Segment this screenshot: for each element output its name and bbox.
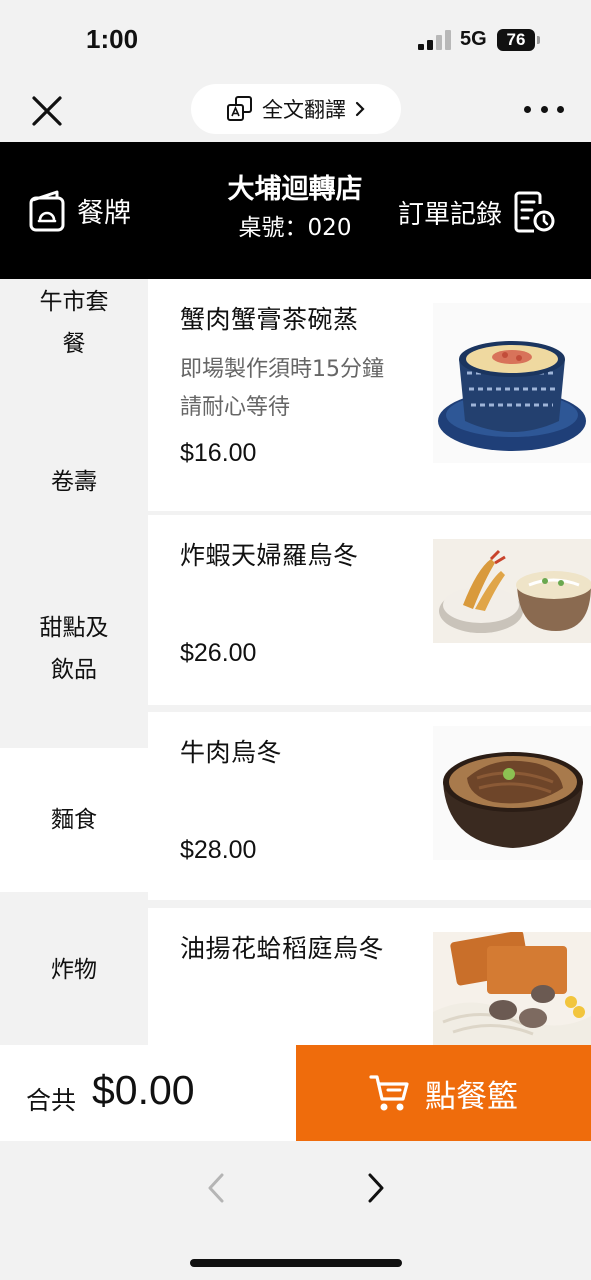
back-button[interactable] [202,1171,232,1205]
chawanmushi-photo [438,341,586,451]
menu-page: 1:00 5G 76 全文翻譯 餐牌 大埔迴轉店 桌號：020 訂單記錄 午市套… [0,0,591,1280]
status-time: 1:00 [86,24,139,54]
clam-udon-photo [433,932,591,1045]
category-label: 卷壽 [51,469,97,495]
category-label: 甜點及 [39,615,109,641]
cart-button[interactable]: 點餐籃 [296,1045,591,1141]
category-label: 餐 [62,331,86,357]
restaurant-header: 餐牌 大埔迴轉店 桌號：020 訂單記錄 [0,142,591,279]
category-label: 炸物 [51,957,97,983]
order-history-icon [514,191,555,233]
category-lunch-set[interactable]: 午市套 餐 [0,279,148,383]
close-button[interactable] [28,92,66,130]
item-price: $16.00 [180,439,257,467]
total-label: 合共 [26,1086,77,1115]
dot [540,105,548,113]
item-name: 炸蝦天婦羅烏冬 [180,541,359,570]
home-indicator [190,1259,402,1267]
close-icon [32,96,62,126]
menu-item-card[interactable]: 蟹肉蟹膏茶碗蒸 即場製作須時15分鐘 請耐心等待 $16.00 [148,279,591,511]
chevron-left-icon [208,1173,224,1203]
beef-udon-photo [443,752,583,848]
item-name: 蟹肉蟹膏茶碗蒸 [180,305,359,334]
tempura-udon-photo [439,549,591,633]
total-amount: $0.00 [92,1067,195,1113]
store-info: 大埔迴轉店 桌號：020 [180,172,410,246]
menu-book-icon [29,190,65,232]
menu-item-card[interactable]: 炸蝦天婦羅烏冬 $26.00 [148,515,591,705]
translate-label: 全文翻譯 [262,98,346,122]
category-sidebar: 午市套 餐 卷壽 甜點及 飲品 麵食 炸物 [0,279,148,1045]
forward-button[interactable] [360,1171,390,1205]
battery-tip [537,36,540,44]
category-rolls[interactable]: 卷壽 [0,441,148,523]
item-name: 油揚花蛤稻庭烏冬 [180,934,385,963]
menu-content: 午市套 餐 卷壽 甜點及 飲品 麵食 炸物 蟹肉蟹膏茶碗蒸 即場製作須時15分鐘… [0,279,591,1045]
cart-label: 點餐籃 [425,1078,518,1115]
more-options-button[interactable] [524,94,564,124]
menu-button[interactable]: 餐牌 [27,188,131,232]
item-image [433,726,591,860]
category-label: 午市套 [39,289,109,315]
item-name: 牛肉烏冬 [180,738,283,767]
category-dessert-drinks[interactable]: 甜點及 飲品 [0,589,148,709]
item-image [433,932,591,1045]
store-name: 大埔迴轉店 [227,174,363,205]
menu-item-card[interactable]: 油揚花蛤稻庭烏冬 [148,908,591,1045]
chevron-right-icon [355,101,365,117]
translate-icon [227,96,252,121]
status-bar: 1:00 5G 76 [0,0,591,80]
item-price: $28.00 [180,836,257,864]
category-label: 麵食 [51,807,97,833]
network-label: 5G [460,28,487,50]
cart-icon [369,1075,409,1111]
item-price: $26.00 [180,639,257,667]
item-image [433,539,591,643]
order-total: 合共 $0.00 [0,1045,296,1141]
item-description: 即場製作須時15分鐘 請耐心等待 [180,357,384,420]
category-label: 飲品 [51,657,97,683]
menu-item-card[interactable]: 牛肉烏冬 $28.00 [148,712,591,900]
order-history-button[interactable]: 訂單記錄 [398,190,556,234]
browser-toolbar [0,1141,591,1280]
translate-button[interactable]: 全文翻譯 [191,84,401,134]
dot [557,105,564,113]
order-history-label: 訂單記錄 [398,199,503,230]
browser-nav-bar: 全文翻譯 [0,80,591,142]
dot [524,105,531,113]
table-number: 桌號：020 [238,215,352,241]
menu-label: 餐牌 [77,197,131,229]
category-noodles[interactable]: 麵食 [0,748,148,892]
item-image [433,303,591,463]
battery-icon: 76 [497,29,535,51]
category-fried[interactable]: 炸物 [0,929,148,1011]
signal-icon [418,30,452,50]
chevron-right-icon [368,1173,384,1203]
